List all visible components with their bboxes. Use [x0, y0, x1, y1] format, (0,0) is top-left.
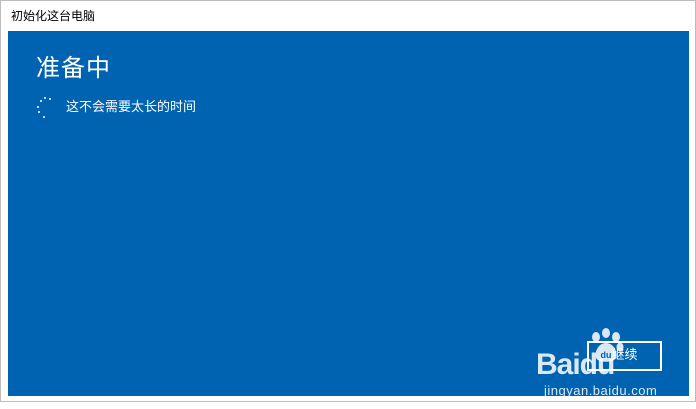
window-title: 初始化这台电脑	[11, 9, 96, 23]
status-message: 这不会需要太长的时间	[66, 100, 197, 115]
watermark-url: jingyan.baidu.com	[544, 383, 658, 398]
setup-window: 初始化这台电脑 准备中 这不会需要太长的时间 继续 du Baidu jingy…	[0, 0, 696, 402]
setup-content-panel: 准备中 这不会需要太长的时间 继续 du Baidu jingyan.baidu…	[8, 31, 689, 398]
page-title: 准备中	[36, 54, 111, 82]
loading-spinner-icon	[36, 97, 56, 119]
continue-button[interactable]: 继续	[587, 341, 662, 371]
title-bar: 初始化这台电脑	[1, 1, 695, 31]
